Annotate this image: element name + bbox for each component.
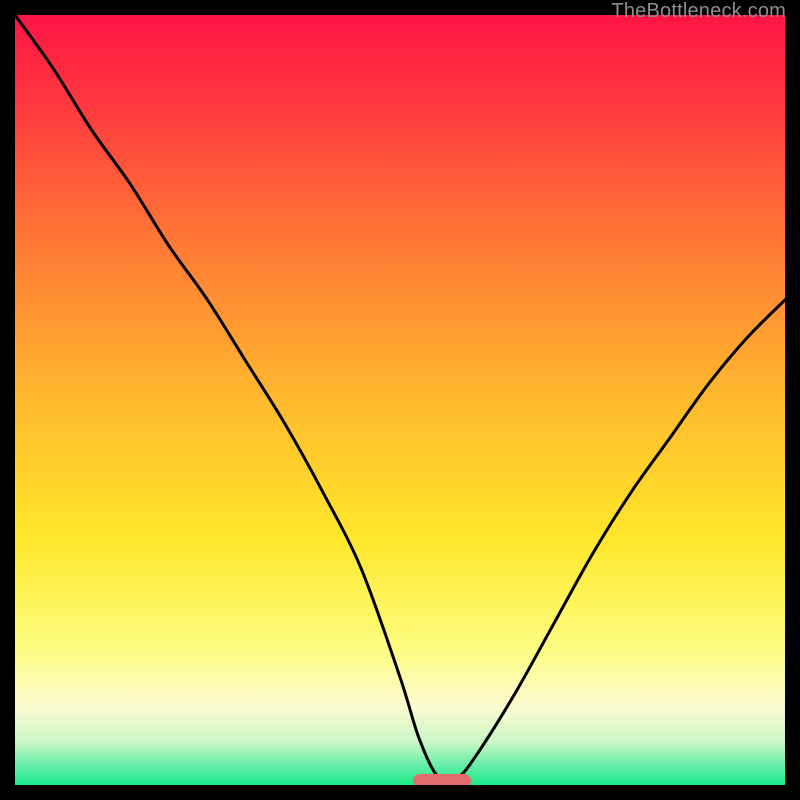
curve-layer: [15, 15, 785, 785]
watermark-text: TheBottleneck.com: [611, 0, 786, 23]
plot-area: [15, 15, 785, 785]
optimal-marker: [413, 774, 471, 785]
bottleneck-curve: [15, 15, 785, 781]
plot-frame: TheBottleneck.com: [0, 0, 800, 800]
